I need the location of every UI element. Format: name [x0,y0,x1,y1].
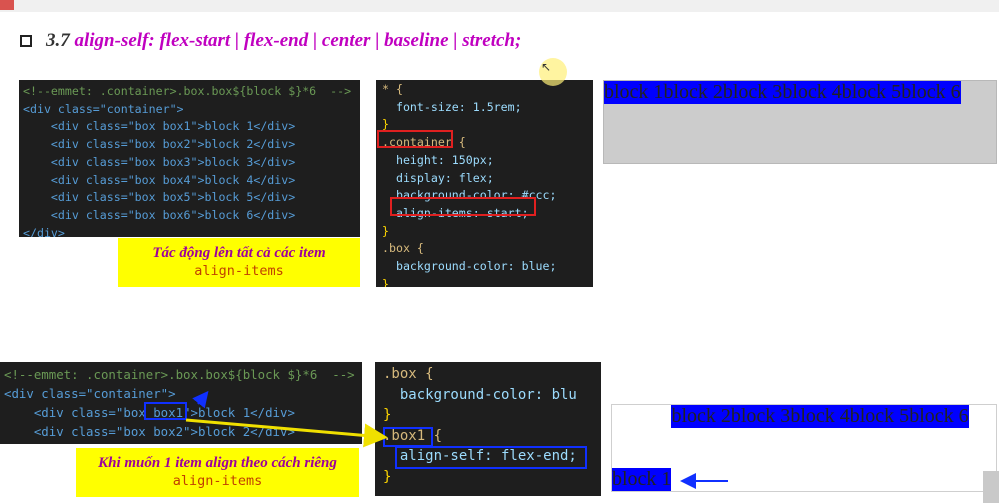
mouse-pointer-icon: ↖ [541,60,552,74]
blue-arrow-icon [192,390,209,409]
annotation-arrows [185,390,728,489]
scrollbar-thumb[interactable] [983,471,999,503]
yellow-arrow-icon [185,418,388,448]
